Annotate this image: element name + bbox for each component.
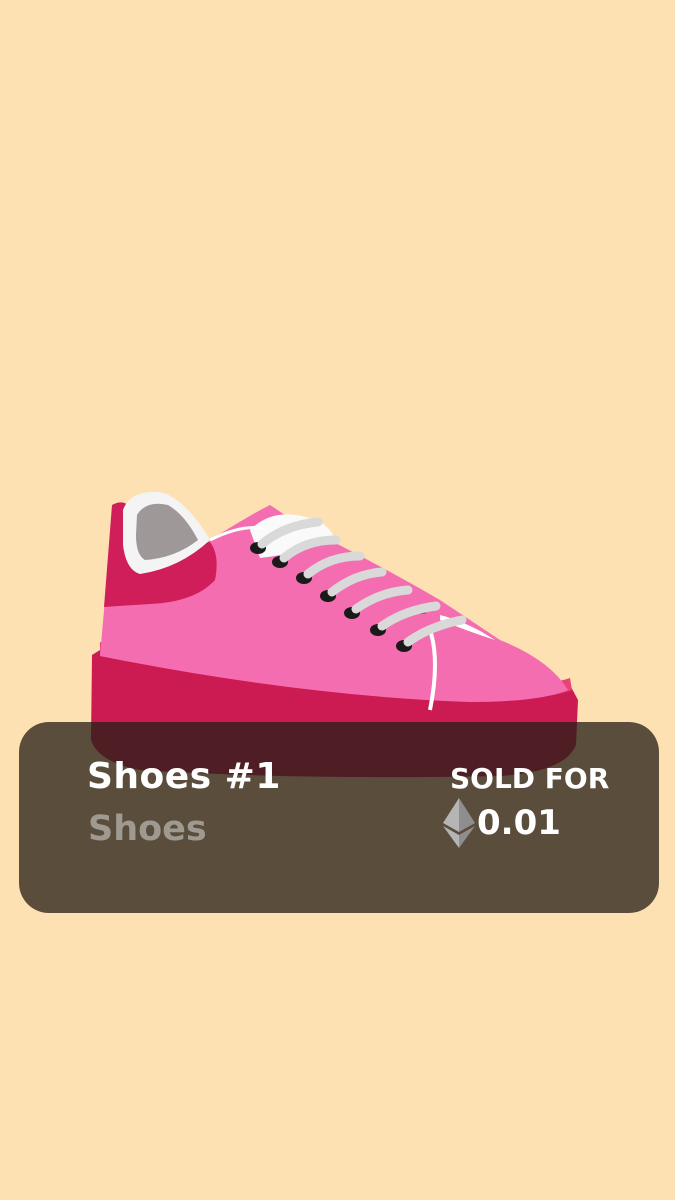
sale-price-value: 0.01 [477,803,561,843]
nft-title: Shoes #1 [87,756,281,797]
nft-sale-card-page: { "nft": { "title": "Shoes #1", "collect… [0,0,675,1200]
sold-for-label: SOLD FOR [450,762,610,795]
sale-price-row: 0.01 [443,798,561,848]
nft-info-card[interactable]: Shoes #1 Shoes SOLD FOR 0.01 [19,722,659,913]
ethereum-icon [443,798,475,848]
nft-collection-name: Shoes [88,809,207,849]
pink-sneaker-illustration [91,491,578,778]
